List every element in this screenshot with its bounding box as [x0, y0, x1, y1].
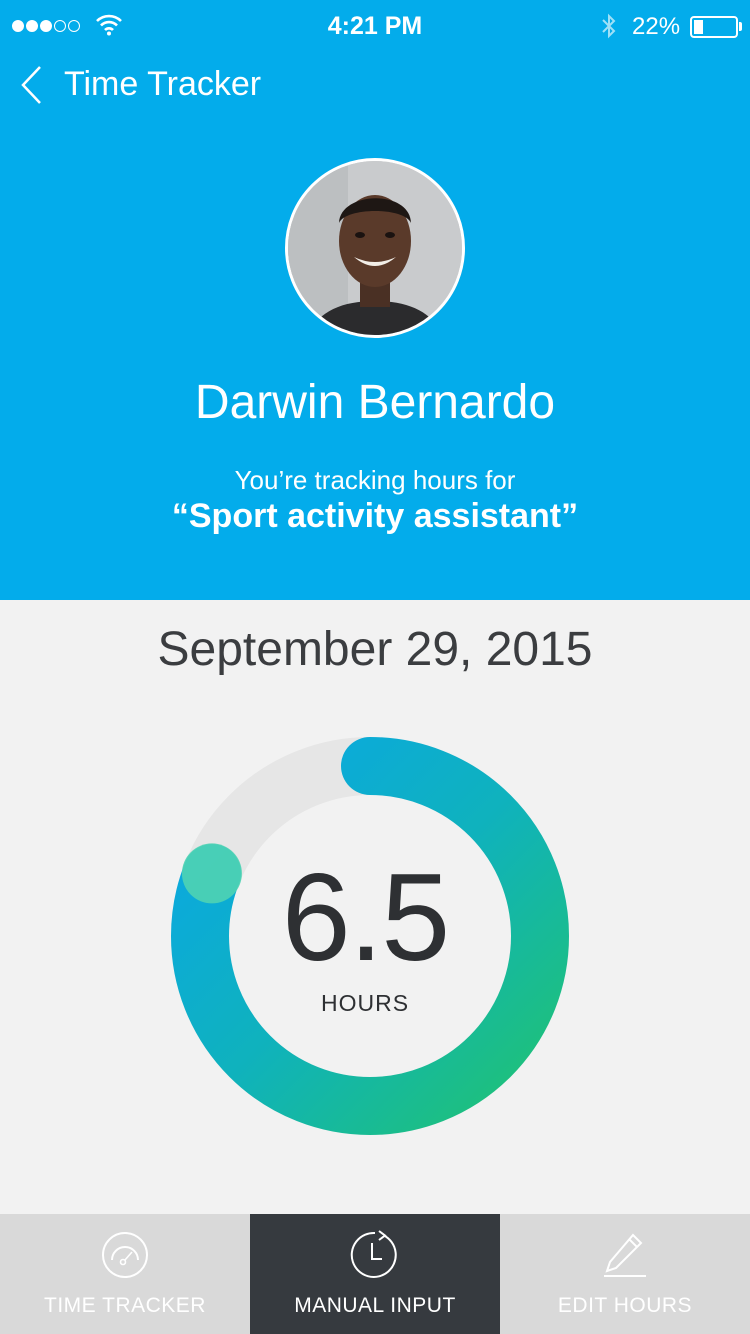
tab-label: EDIT HOURS [557, 1294, 693, 1317]
speedometer-icon [102, 1232, 148, 1278]
profile-header: 4:21 PM 22% Time Tracker Darwin Bernardo… [0, 0, 750, 600]
tab-edit-hours[interactable]: EDIT HOURS [500, 1214, 750, 1334]
hours-value: 6.5 [281, 849, 450, 987]
tab-time-tracker[interactable]: TIME TRACKER [0, 1214, 250, 1334]
tab-manual-input[interactable]: MANUAL INPUT [250, 1214, 500, 1334]
status-bar: 4:21 PM 22% [0, 0, 750, 54]
tab-label: TIME TRACKER [44, 1294, 206, 1317]
pencil-icon [604, 1233, 646, 1277]
chevron-left-icon[interactable] [18, 64, 48, 106]
project-name: “Sport activity assistant” [171, 497, 579, 535]
tab-label: MANUAL INPUT [294, 1294, 456, 1317]
avatar [285, 158, 465, 338]
hours-unit: HOURS [320, 990, 410, 1016]
clock-icon [350, 1230, 397, 1278]
user-name: Darwin Bernardo [194, 376, 556, 429]
nav-title: Time Tracker [64, 65, 262, 103]
bluetooth-icon [602, 13, 616, 39]
tracker-date: September 29, 2015 [157, 623, 593, 676]
battery-icon [690, 16, 738, 38]
battery-percent: 22% [632, 13, 681, 40]
tab-bar: TIME TRACKER MANUAL INPUT EDIT HOURS [0, 1214, 750, 1334]
tracking-label: You’re tracking hours for [234, 465, 516, 495]
